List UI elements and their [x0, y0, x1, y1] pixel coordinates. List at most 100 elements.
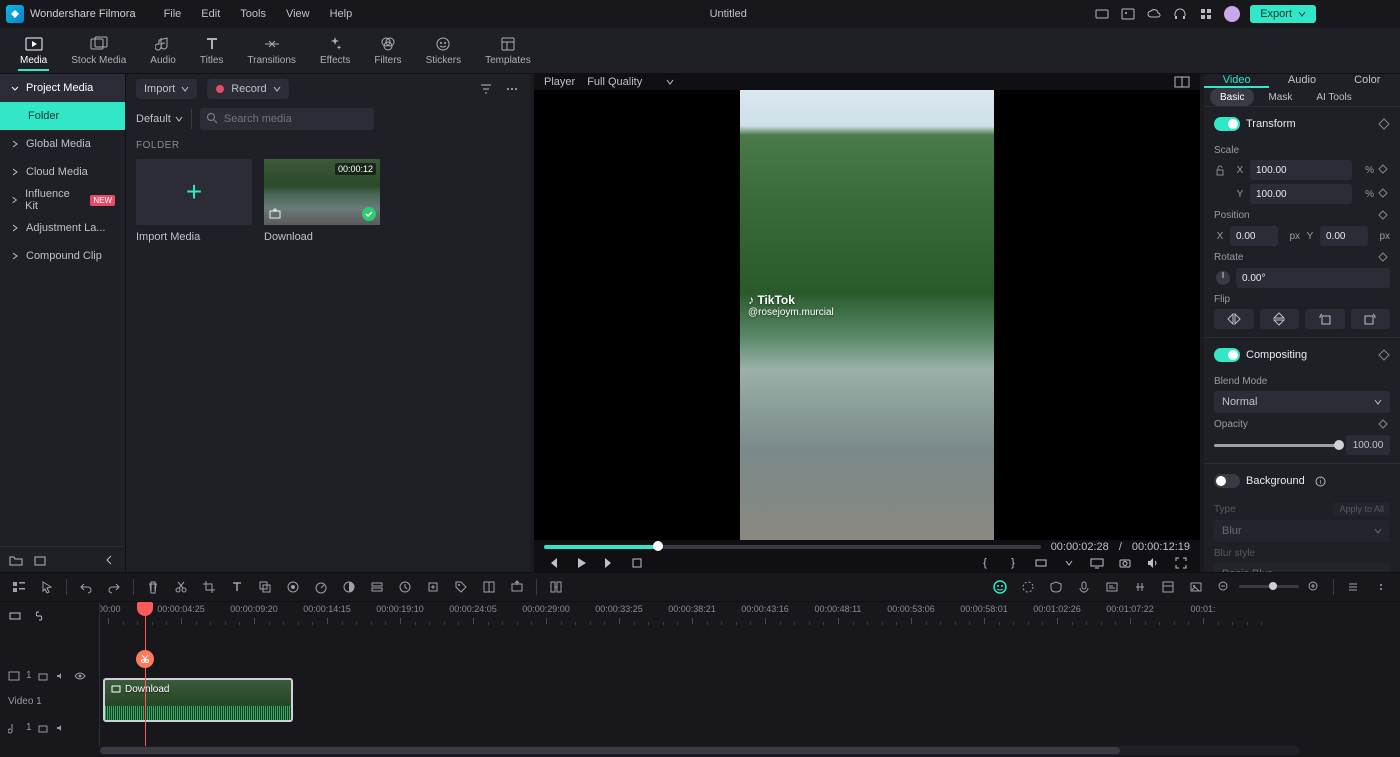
- export-button[interactable]: Export: [1250, 5, 1316, 23]
- collapse-panel-icon[interactable]: [101, 552, 117, 568]
- sort-dropdown[interactable]: Default: [136, 109, 192, 129]
- cloud-icon[interactable]: [1146, 6, 1162, 22]
- bg-type-dropdown[interactable]: Blur: [1214, 520, 1390, 542]
- smiley-icon[interactable]: [991, 578, 1009, 596]
- video-track-header[interactable]: 1: [0, 658, 99, 694]
- device-icon[interactable]: [1094, 6, 1110, 22]
- bg-style-dropdown[interactable]: Basic Blur: [1214, 563, 1390, 572]
- tree-compound-clip[interactable]: Compound Clip: [0, 242, 125, 270]
- split-icon[interactable]: [172, 578, 190, 596]
- keyframe-icon[interactable]: [1378, 419, 1390, 431]
- text-icon[interactable]: [228, 578, 246, 596]
- tree-adjustment-layer[interactable]: Adjustment La...: [0, 214, 125, 242]
- list-opts-icon[interactable]: [1372, 578, 1390, 596]
- new-bin-icon[interactable]: [32, 552, 48, 568]
- filter-icon[interactable]: [478, 81, 494, 97]
- compare-icon[interactable]: [1174, 74, 1190, 90]
- color-icon[interactable]: [340, 578, 358, 596]
- tab-stickers[interactable]: Stickers: [414, 31, 474, 70]
- more-icon[interactable]: [504, 81, 520, 97]
- export-frame-icon[interactable]: [508, 578, 526, 596]
- opacity-slider[interactable]: [1214, 444, 1340, 447]
- group-icon[interactable]: [480, 578, 498, 596]
- pos-y-input[interactable]: 0.00: [1320, 226, 1368, 246]
- tree-influence-kit[interactable]: Influence KitNEW: [0, 186, 125, 214]
- lock-icon[interactable]: [1214, 164, 1230, 176]
- zoom-in-icon[interactable]: [1305, 578, 1323, 596]
- mute-track-icon[interactable]: [56, 671, 68, 681]
- background-toggle[interactable]: [1214, 474, 1240, 488]
- menu-view[interactable]: View: [276, 8, 320, 20]
- blend-mode-dropdown[interactable]: Normal: [1214, 391, 1390, 413]
- aspect-icon[interactable]: [1032, 554, 1050, 572]
- tree-folder[interactable]: Folder: [0, 102, 125, 130]
- tag-icon[interactable]: [452, 578, 470, 596]
- transform-toggle[interactable]: [1214, 117, 1240, 131]
- audio-track-header[interactable]: 1: [0, 710, 99, 746]
- crop-icon[interactable]: [200, 578, 218, 596]
- tab-video[interactable]: Video: [1204, 74, 1269, 88]
- menu-file[interactable]: File: [154, 8, 192, 20]
- headphones-icon[interactable]: [1172, 6, 1188, 22]
- image-icon[interactable]: [1120, 6, 1136, 22]
- timeline-clip[interactable]: Download: [103, 678, 293, 722]
- tab-color[interactable]: Color: [1335, 74, 1400, 88]
- list-icon[interactable]: [1344, 578, 1362, 596]
- menu-tools[interactable]: Tools: [230, 8, 276, 20]
- playhead[interactable]: [145, 602, 146, 746]
- flip-horizontal-button[interactable]: [1214, 309, 1254, 329]
- scrub-bar[interactable]: [544, 545, 1041, 549]
- delete-icon[interactable]: [144, 578, 162, 596]
- avatar[interactable]: [1224, 6, 1240, 22]
- subtab-mask[interactable]: Mask: [1258, 88, 1302, 106]
- rotate-cw-button[interactable]: [1351, 309, 1391, 329]
- volume-icon[interactable]: [1144, 554, 1162, 572]
- tree-global-media[interactable]: Global Media: [0, 130, 125, 158]
- timeline-tracks[interactable]: :00:0000:00:04:2500:00:09:2000:00:14:150…: [100, 602, 1400, 746]
- stop-icon[interactable]: [628, 554, 646, 572]
- timeline-scrollbar[interactable]: [100, 746, 1300, 755]
- mark-out-icon[interactable]: }: [1004, 554, 1022, 572]
- fullscreen-icon[interactable]: [1172, 554, 1190, 572]
- keyframe-icon[interactable]: [1378, 252, 1390, 264]
- keyframe-icon[interactable]: [1378, 118, 1390, 130]
- scale-x-input[interactable]: 100.00: [1250, 160, 1352, 180]
- flip-vertical-button[interactable]: [1260, 309, 1300, 329]
- timeline-options-icon[interactable]: [10, 578, 28, 596]
- opacity-input[interactable]: 100.00: [1346, 435, 1390, 455]
- import-media-tile[interactable]: + Import Media: [136, 159, 252, 243]
- keyframe-icon[interactable]: [1378, 210, 1390, 222]
- import-button[interactable]: Import: [136, 79, 197, 99]
- compositing-toggle[interactable]: [1214, 348, 1240, 362]
- detach-icon[interactable]: [547, 578, 565, 596]
- minimize-icon[interactable]: [1326, 6, 1342, 22]
- zoom-slider[interactable]: [1239, 585, 1299, 588]
- target-icon[interactable]: [1019, 578, 1037, 596]
- tab-transitions[interactable]: Transitions: [235, 31, 308, 70]
- prev-frame-icon[interactable]: [544, 554, 562, 572]
- apply-all-button[interactable]: Apply to All: [1333, 502, 1390, 516]
- template-icon[interactable]: [1159, 578, 1177, 596]
- undo-icon[interactable]: [77, 578, 95, 596]
- add-track-icon[interactable]: [38, 671, 50, 681]
- redo-icon[interactable]: [105, 578, 123, 596]
- record-button[interactable]: Record: [207, 79, 288, 99]
- shield-icon[interactable]: [1047, 578, 1065, 596]
- add-to-timeline-icon[interactable]: [268, 207, 282, 221]
- new-folder-icon[interactable]: [8, 552, 24, 568]
- apps-icon[interactable]: [1198, 6, 1214, 22]
- mark-in-icon[interactable]: {: [976, 554, 994, 572]
- cut-icon[interactable]: [136, 650, 154, 668]
- clock-icon[interactable]: [396, 578, 414, 596]
- keyframe-icon[interactable]: [1378, 164, 1390, 176]
- keyframe-icon[interactable]: [1378, 188, 1390, 200]
- close-icon[interactable]: [1378, 6, 1394, 22]
- mic-icon[interactable]: [1075, 578, 1093, 596]
- tab-templates[interactable]: Templates: [473, 31, 543, 70]
- select-tool-icon[interactable]: [38, 578, 56, 596]
- timeline-ruler[interactable]: :00:0000:00:04:2500:00:09:2000:00:14:150…: [100, 602, 1400, 630]
- rotate-input[interactable]: 0.00°: [1236, 268, 1390, 288]
- display-icon[interactable]: [1088, 554, 1106, 572]
- subtitle-icon[interactable]: [1103, 578, 1121, 596]
- adjust-icon[interactable]: [284, 578, 302, 596]
